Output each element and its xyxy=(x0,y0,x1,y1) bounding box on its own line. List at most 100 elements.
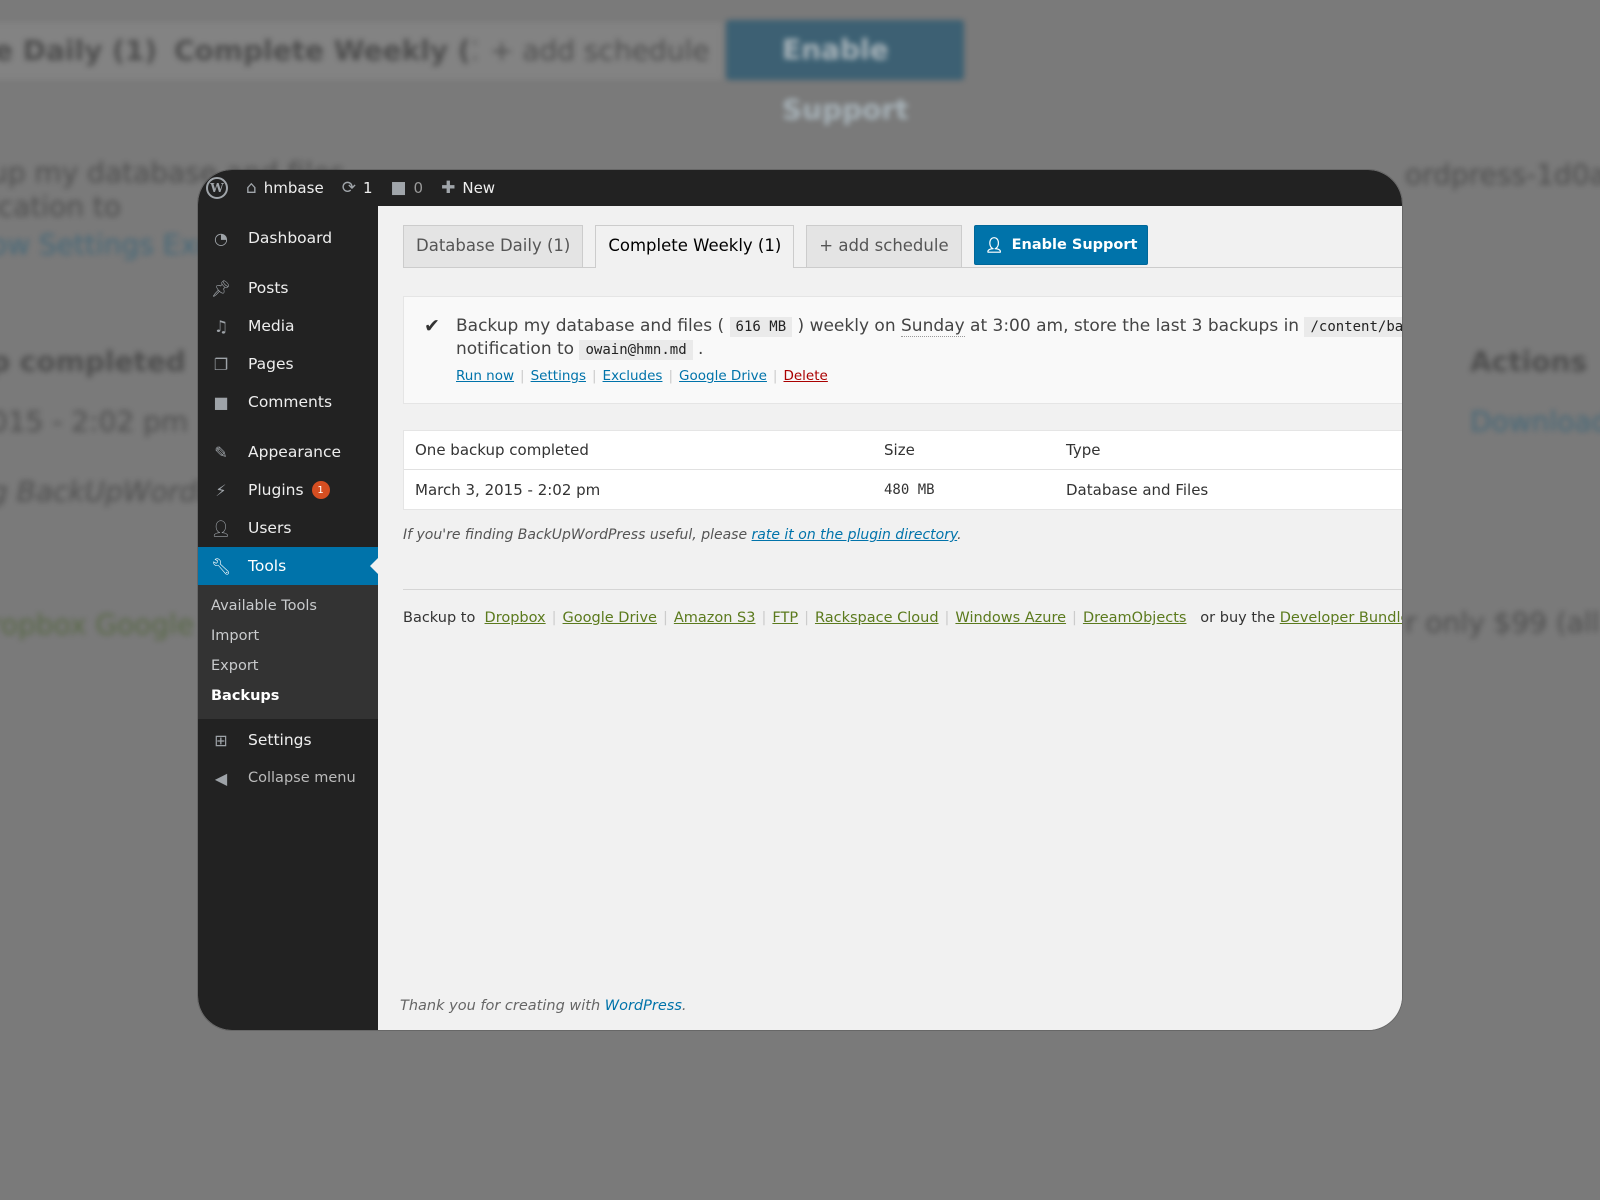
sidebar-item-media[interactable]: ♫ Media xyxy=(198,307,378,345)
header-size: Size xyxy=(884,441,915,459)
rate-text: . xyxy=(957,527,962,543)
backups-table: One backup completed Size Type March 3, … xyxy=(403,430,1402,510)
new-content-link[interactable]: ✚ New xyxy=(441,178,495,198)
schedule-description: Backup my database and files ( 616 MB ) … xyxy=(424,315,1402,338)
schedule-text: notification to xyxy=(456,339,575,359)
pin-icon: 📌︎ xyxy=(210,278,232,298)
tab-database-daily[interactable]: Database Daily (1) xyxy=(403,225,584,267)
sidebar-item-comments[interactable]: ■ Comments xyxy=(198,383,378,421)
sidebar-item-plugins[interactable]: ⚡ Plugins 1 xyxy=(198,471,378,509)
bg-text: Actions xyxy=(1470,345,1588,378)
bg-text: 015 - 2:02 pm xyxy=(0,405,189,438)
backup-to-text: or buy the xyxy=(1200,610,1276,626)
collapse-menu-button[interactable]: ◀ Collapse menu xyxy=(198,759,378,797)
rackspace-link[interactable]: Rackspace Cloud xyxy=(815,610,939,626)
schedule-day: Sunday xyxy=(901,316,965,337)
windows-azure-link[interactable]: Windows Azure xyxy=(955,610,1066,626)
home-icon: ⌂ xyxy=(246,178,257,198)
wordpress-logo-icon[interactable]: W xyxy=(206,177,228,199)
excludes-link[interactable]: Excludes xyxy=(603,368,663,384)
amazon-s3-link[interactable]: Amazon S3 xyxy=(674,610,756,626)
dropbox-link[interactable]: Dropbox xyxy=(485,610,546,626)
sidebar-item-label: Appearance xyxy=(248,443,342,461)
bg-text: r only $99 (all Desti xyxy=(1405,606,1600,639)
checkmark-icon: ✔ xyxy=(424,315,440,337)
settings-link[interactable]: Settings xyxy=(531,368,586,384)
new-label: New xyxy=(462,179,496,197)
sidebar-item-label: Tools xyxy=(248,557,287,575)
user-icon: 👤︎ xyxy=(210,518,232,538)
sidebar-item-label: Dashboard xyxy=(248,229,333,247)
media-icon: ♫ xyxy=(213,316,229,336)
delete-link[interactable]: Delete xyxy=(783,368,827,384)
plug-icon: ⚡ xyxy=(215,480,227,500)
comments-count: 0 xyxy=(413,179,424,197)
sidebar-item-label: Settings xyxy=(248,731,312,749)
footer-text: Thank you for creating with xyxy=(400,998,601,1014)
backup-path: /content/backupwordpress-1d0a8 xyxy=(1304,317,1402,337)
table-header: One backup completed Size Type xyxy=(404,431,1402,470)
developer-bundle-link[interactable]: Developer Bundle xyxy=(1280,610,1402,626)
backup-date: March 3, 2015 - 2:02 pm xyxy=(415,480,601,499)
admin-sidebar: ◔ Dashboard 📌︎ Posts ♫ Media ❐ Pages ■ C… xyxy=(198,206,378,1030)
updates-count: 1 xyxy=(362,179,373,197)
header-completed: One backup completed xyxy=(415,441,589,459)
rate-text: If you're finding BackUpWordPress useful… xyxy=(403,527,748,543)
user-icon: 👤︎ xyxy=(984,236,1004,254)
google-drive-link[interactable]: Google Drive xyxy=(679,368,767,384)
run-now-link[interactable]: Run now xyxy=(456,368,514,384)
schedule-summary: ✔ Backup my database and files ( 616 MB … xyxy=(403,296,1402,404)
sidebar-item-pages[interactable]: ❐ Pages xyxy=(198,345,378,383)
footer-text: . xyxy=(681,998,687,1014)
backup-destinations: Backup to Dropbox | Google Drive | Amazon S3… xyxy=(403,610,1402,626)
schedule-tabs: Database Daily (1) Complete Weekly (1) +… xyxy=(403,225,1402,268)
sidebar-item-label: Media xyxy=(248,317,295,335)
schedule-text: at 3:00 am, store the last 3 backups in xyxy=(970,316,1300,336)
tab-add-schedule[interactable]: + add schedule xyxy=(806,225,962,267)
enable-support-label: Enable Support xyxy=(1011,237,1138,253)
admin-bar: W ⌂ hmbase ⟳ 1 ■ 0 ✚ New xyxy=(198,170,1402,206)
sidebar-item-settings[interactable]: ⊞ Settings xyxy=(198,721,378,759)
schedule-text: . xyxy=(698,339,704,359)
wp-admin-window: W ⌂ hmbase ⟳ 1 ■ 0 ✚ New ◔ Dashboard 📌︎ … xyxy=(198,170,1402,1030)
ftp-link[interactable]: FTP xyxy=(772,610,798,626)
sidebar-item-users[interactable]: 👤︎ Users xyxy=(198,509,378,547)
dreamobjects-link[interactable]: DreamObjects xyxy=(1083,610,1187,626)
google-drive-dest-link[interactable]: Google Drive xyxy=(563,610,657,626)
plugins-update-badge: 1 xyxy=(311,481,330,499)
submenu-export[interactable]: Export xyxy=(198,651,378,681)
sidebar-item-dashboard[interactable]: ◔ Dashboard xyxy=(198,219,378,257)
bg-text: Download xyxy=(1470,405,1600,438)
sidebar-item-tools[interactable]: 🔧︎ Tools xyxy=(198,547,378,585)
wordpress-link[interactable]: WordPress xyxy=(605,998,682,1014)
site-name-link[interactable]: ⌂ hmbase xyxy=(246,178,324,198)
bg-tab: e Daily (1) xyxy=(0,22,172,80)
comments-link[interactable]: ■ 0 xyxy=(390,178,423,198)
backup-size: 480 MB xyxy=(884,481,935,498)
bg-text: ordpress-1d0a8 xyxy=(1405,158,1600,191)
sidebar-item-label: Plugins xyxy=(248,481,304,499)
backup-type: Database and Files xyxy=(1066,480,1209,499)
tab-complete-weekly[interactable]: Complete Weekly (1) xyxy=(595,225,795,268)
rate-plugin-link[interactable]: rate it on the plugin directory xyxy=(752,527,958,543)
admin-footer: Thank you for creating with WordPress. xyxy=(400,998,686,1014)
submenu-import[interactable]: Import xyxy=(198,621,378,651)
bg-tab: + add schedule xyxy=(476,22,724,80)
wrench-icon: 🔧︎ xyxy=(210,556,232,576)
submenu-backups[interactable]: Backups xyxy=(198,681,378,711)
enable-support-button[interactable]: 👤︎ Enable Support xyxy=(973,225,1149,265)
bg-text: ication to xyxy=(0,190,121,223)
submenu-available-tools[interactable]: Available Tools xyxy=(198,591,378,621)
comment-icon: ■ xyxy=(213,392,229,412)
sidebar-item-posts[interactable]: 📌︎ Posts xyxy=(198,269,378,307)
collapse-menu-label: Collapse menu xyxy=(248,770,356,786)
updates-link[interactable]: ⟳ 1 xyxy=(342,178,373,198)
notification-line: notification to owain@hmn.md . xyxy=(424,338,1402,361)
sidebar-item-appearance[interactable]: ✎ Appearance xyxy=(198,433,378,471)
backup-size-estimate: 616 MB xyxy=(729,317,793,337)
plus-icon: ✚ xyxy=(441,178,456,198)
sidebar-item-label: Users xyxy=(248,519,292,537)
pages-icon: ❐ xyxy=(213,354,229,374)
divider xyxy=(403,589,1402,590)
bg-enable-support: Enable Support xyxy=(726,20,964,126)
